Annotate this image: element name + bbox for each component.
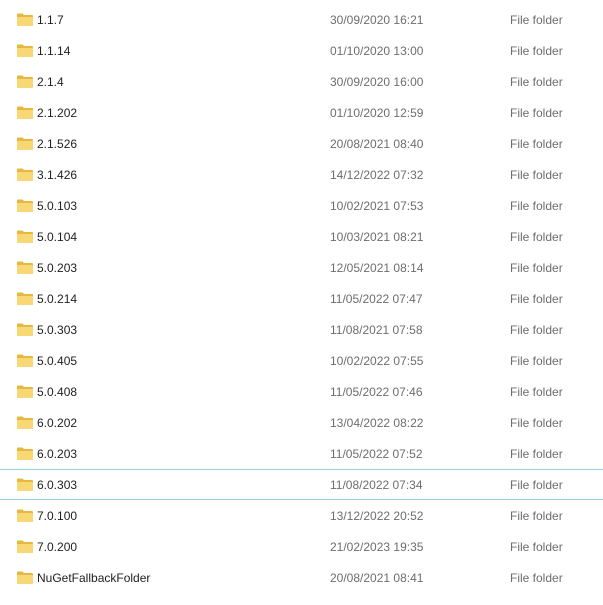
file-type: File folder <box>510 230 563 244</box>
folder-icon <box>17 540 33 553</box>
file-name: 6.0.303 <box>37 478 78 492</box>
date-modified: 10/03/2021 08:21 <box>330 230 424 244</box>
date-modified: 01/10/2020 13:00 <box>330 44 424 58</box>
folder-icon <box>17 168 33 181</box>
file-type: File folder <box>510 571 563 585</box>
folder-icon <box>17 323 33 336</box>
file-type: File folder <box>510 416 563 430</box>
file-type: File folder <box>510 137 563 151</box>
folder-icon <box>17 292 33 305</box>
folder-icon <box>17 354 33 367</box>
file-name: 1.1.7 <box>37 13 64 27</box>
date-modified: 10/02/2022 07:55 <box>330 354 424 368</box>
file-row[interactable]: 1.1.14 01/10/2020 13:00 File folder <box>0 35 603 66</box>
file-row[interactable]: 5.0.214 11/05/2022 07:47 File folder <box>0 283 603 314</box>
folder-icon <box>17 13 33 26</box>
date-modified: 30/09/2020 16:21 <box>330 13 424 27</box>
file-type: File folder <box>510 509 563 523</box>
file-type: File folder <box>510 13 563 27</box>
file-type: File folder <box>510 478 563 492</box>
file-row[interactable]: 2.1.202 01/10/2020 12:59 File folder <box>0 97 603 128</box>
file-name: 6.0.202 <box>37 416 78 430</box>
file-name: 2.1.4 <box>37 75 64 89</box>
file-row[interactable]: 5.0.405 10/02/2022 07:55 File folder <box>0 345 603 376</box>
file-name: 5.0.203 <box>37 261 78 275</box>
file-name: 7.0.200 <box>37 540 78 554</box>
file-name: 5.0.103 <box>37 199 78 213</box>
file-row[interactable]: NuGetFallbackFolder 20/08/2021 08:41 Fil… <box>0 562 603 593</box>
folder-icon <box>17 509 33 522</box>
folder-icon <box>17 385 33 398</box>
folder-icon <box>17 106 33 119</box>
file-row[interactable]: 3.1.426 14/12/2022 07:32 File folder <box>0 159 603 190</box>
date-modified: 11/08/2022 07:34 <box>330 478 423 492</box>
file-row[interactable]: 1.1.7 30/09/2020 16:21 File folder <box>0 4 603 35</box>
file-row[interactable]: 6.0.203 11/05/2022 07:52 File folder <box>0 438 603 469</box>
file-row[interactable]: 5.0.408 11/05/2022 07:46 File folder <box>0 376 603 407</box>
file-row[interactable]: 5.0.103 10/02/2021 07:53 File folder <box>0 190 603 221</box>
file-type: File folder <box>510 292 563 306</box>
file-row[interactable]: 6.0.202 13/04/2022 08:22 File folder <box>0 407 603 438</box>
file-type: File folder <box>510 540 563 554</box>
date-modified: 14/12/2022 07:32 <box>330 168 424 182</box>
date-modified: 21/02/2023 19:35 <box>330 540 424 554</box>
folder-icon <box>17 261 33 274</box>
folder-icon <box>17 478 33 491</box>
file-name: NuGetFallbackFolder <box>37 571 151 585</box>
file-row[interactable]: 5.0.104 10/03/2021 08:21 File folder <box>0 221 603 252</box>
date-modified: 13/04/2022 08:22 <box>330 416 424 430</box>
folder-icon <box>17 199 33 212</box>
file-name: 3.1.426 <box>37 168 78 182</box>
folder-icon <box>17 44 33 57</box>
folder-icon <box>17 571 33 584</box>
date-modified: 20/08/2021 08:40 <box>330 137 424 151</box>
date-modified: 11/05/2022 07:47 <box>330 292 423 306</box>
file-type: File folder <box>510 168 563 182</box>
date-modified: 11/05/2022 07:52 <box>330 447 423 461</box>
file-type: File folder <box>510 261 563 275</box>
file-row[interactable]: 7.0.100 13/12/2022 20:52 File folder <box>0 500 603 531</box>
file-row[interactable]: 2.1.4 30/09/2020 16:00 File folder <box>0 66 603 97</box>
file-type: File folder <box>510 44 563 58</box>
date-modified: 10/02/2021 07:53 <box>330 199 424 213</box>
file-type: File folder <box>510 385 563 399</box>
file-name: 5.0.303 <box>37 323 78 337</box>
file-name: 5.0.408 <box>37 385 78 399</box>
file-name: 7.0.100 <box>37 509 78 523</box>
file-name: 1.1.14 <box>37 44 71 58</box>
file-name: 6.0.203 <box>37 447 78 461</box>
file-type: File folder <box>510 106 563 120</box>
file-type: File folder <box>510 323 563 337</box>
folder-icon <box>17 447 33 460</box>
file-type: File folder <box>510 75 563 89</box>
folder-icon <box>17 137 33 150</box>
folder-icon <box>17 75 33 88</box>
file-row[interactable]: 5.0.203 12/05/2021 08:14 File folder <box>0 252 603 283</box>
file-row[interactable]: 7.0.200 21/02/2023 19:35 File folder <box>0 531 603 562</box>
file-list: 1.1.7 30/09/2020 16:21 File folder 1.1.1… <box>0 4 603 593</box>
file-type: File folder <box>510 199 563 213</box>
file-name: 2.1.202 <box>37 106 78 120</box>
file-row[interactable]: 2.1.526 20/08/2021 08:40 File folder <box>0 128 603 159</box>
file-name: 5.0.405 <box>37 354 78 368</box>
file-name: 5.0.104 <box>37 230 78 244</box>
date-modified: 20/08/2021 08:41 <box>330 571 424 585</box>
file-type: File folder <box>510 447 563 461</box>
folder-icon <box>17 416 33 429</box>
file-name: 5.0.214 <box>37 292 78 306</box>
date-modified: 01/10/2020 12:59 <box>330 106 424 120</box>
date-modified: 11/05/2022 07:46 <box>330 385 423 399</box>
file-row-focused[interactable]: 6.0.303 11/08/2022 07:34 File folder <box>0 469 603 500</box>
date-modified: 11/08/2021 07:58 <box>330 323 423 337</box>
folder-icon <box>17 230 33 243</box>
date-modified: 13/12/2022 20:52 <box>330 509 424 523</box>
file-row[interactable]: 5.0.303 11/08/2021 07:58 File folder <box>0 314 603 345</box>
file-name: 2.1.526 <box>37 137 78 151</box>
file-type: File folder <box>510 354 563 368</box>
date-modified: 12/05/2021 08:14 <box>330 261 424 275</box>
date-modified: 30/09/2020 16:00 <box>330 75 424 89</box>
